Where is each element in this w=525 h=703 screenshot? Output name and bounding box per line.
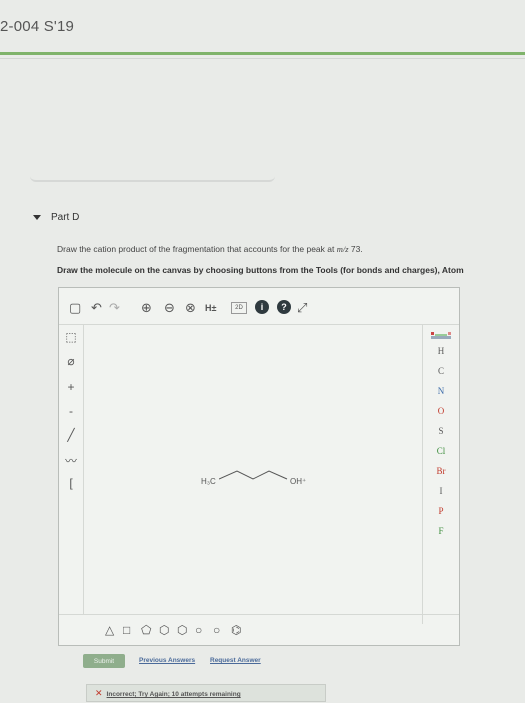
shape-toolbar: △ □ ⬠ ⬡ ⬡ ○ ○ ⌬ <box>59 614 459 645</box>
element-br[interactable]: Br <box>423 466 459 476</box>
chain-icon[interactable]: 〰 <box>64 452 78 469</box>
info-button[interactable]: i <box>255 300 269 314</box>
h-toggle-button[interactable]: H± <box>205 300 216 316</box>
element-p[interactable]: P <box>423 506 459 516</box>
header-subdivider <box>0 58 525 59</box>
clear-icon[interactable]: ⊗ <box>185 300 196 316</box>
zoom-out-icon[interactable]: ⊖ <box>164 300 175 316</box>
octagon-ring-icon[interactable]: ○ <box>195 623 202 637</box>
element-n[interactable]: N <box>423 386 459 396</box>
mz-label: m/z <box>336 244 349 254</box>
select-icon[interactable]: ▢ <box>69 300 81 316</box>
part-header[interactable]: Part D <box>33 212 79 223</box>
feedback-banner: ✕ Incorrect; Try Again; 10 attempts remai… <box>86 684 326 702</box>
element-f[interactable]: F <box>423 526 459 536</box>
undo-icon[interactable]: ↶ <box>91 300 102 316</box>
question-text: Draw the cation product of the fragmenta… <box>57 244 363 254</box>
part-label: Part D <box>51 212 80 223</box>
element-i[interactable]: I <box>423 486 459 496</box>
triangle-ring-icon[interactable]: △ <box>105 623 114 637</box>
drawing-canvas[interactable]: H₃C OH⁺ <box>84 325 422 613</box>
request-answer-link[interactable]: Request Answer <box>210 657 261 664</box>
hexagon-ring-icon[interactable]: ⬡ <box>159 623 169 637</box>
error-x-icon: ✕ <box>95 688 103 698</box>
mz-value: 73. <box>348 244 363 254</box>
eraser-icon[interactable]: ⌀ <box>64 354 78 368</box>
element-c[interactable]: C <box>423 366 459 376</box>
element-cl[interactable]: Cl <box>423 446 459 456</box>
periodic-table-icon[interactable] <box>431 330 451 342</box>
editor-left-toolbar: ⬚ ⌀ + - ╱ 〰 [ <box>59 324 84 614</box>
redo-icon[interactable]: ↷ <box>109 300 120 316</box>
element-s[interactable]: S <box>423 426 459 436</box>
collapsed-panel <box>30 148 275 182</box>
course-title: 2-004 S'19 <box>0 18 75 35</box>
oxonium-label[interactable]: OH⁺ <box>290 477 306 486</box>
element-h[interactable]: H <box>423 346 459 356</box>
element-panel: H C N O S Cl Br I P F <box>422 324 459 624</box>
square-ring-icon[interactable]: □ <box>123 623 130 637</box>
positive-charge-button[interactable]: + <box>64 380 78 394</box>
help-button[interactable]: ? <box>277 300 291 314</box>
editor-toolbar: ▢ ↶ ↷ ⊕ ⊖ ⊗ H± 2D i ? ⤢ <box>59 288 459 325</box>
header-divider <box>0 52 525 55</box>
zoom-in-icon[interactable]: ⊕ <box>141 300 152 316</box>
molecule-editor[interactable]: ▢ ↶ ↷ ⊕ ⊖ ⊗ H± 2D i ? ⤢ ⬚ ⌀ + - ╱ 〰 [ H … <box>58 287 460 646</box>
feedback-message: Incorrect; Try Again; 10 attempts remain… <box>106 691 241 698</box>
heptagon-ring-icon[interactable]: ⬡ <box>177 623 187 637</box>
bracket-icon[interactable]: [ <box>64 476 78 490</box>
2d-button[interactable]: 2D <box>231 302 247 314</box>
expand-icon[interactable]: ⤢ <box>297 300 307 316</box>
pentagon-ring-icon[interactable]: ⬠ <box>141 623 151 637</box>
benzene-icon[interactable]: ⌬ <box>231 623 241 637</box>
caret-down-icon[interactable] <box>33 215 41 220</box>
instruction-text: Draw the molecule on the canvas by choos… <box>57 265 464 275</box>
previous-answers-link[interactable]: Previous Answers <box>139 657 195 664</box>
negative-charge-button[interactable]: - <box>64 404 78 418</box>
single-bond-icon[interactable]: ╱ <box>64 428 78 442</box>
molecule-bonds[interactable] <box>219 465 289 485</box>
question-prefix: Draw the cation product of the fragmenta… <box>57 244 337 254</box>
element-o[interactable]: O <box>423 406 459 416</box>
methyl-label[interactable]: H₃C <box>201 477 216 486</box>
large-ring-icon[interactable]: ○ <box>213 623 220 637</box>
marquee-select-icon[interactable]: ⬚ <box>64 330 78 344</box>
submit-button[interactable]: Submit <box>83 654 125 668</box>
